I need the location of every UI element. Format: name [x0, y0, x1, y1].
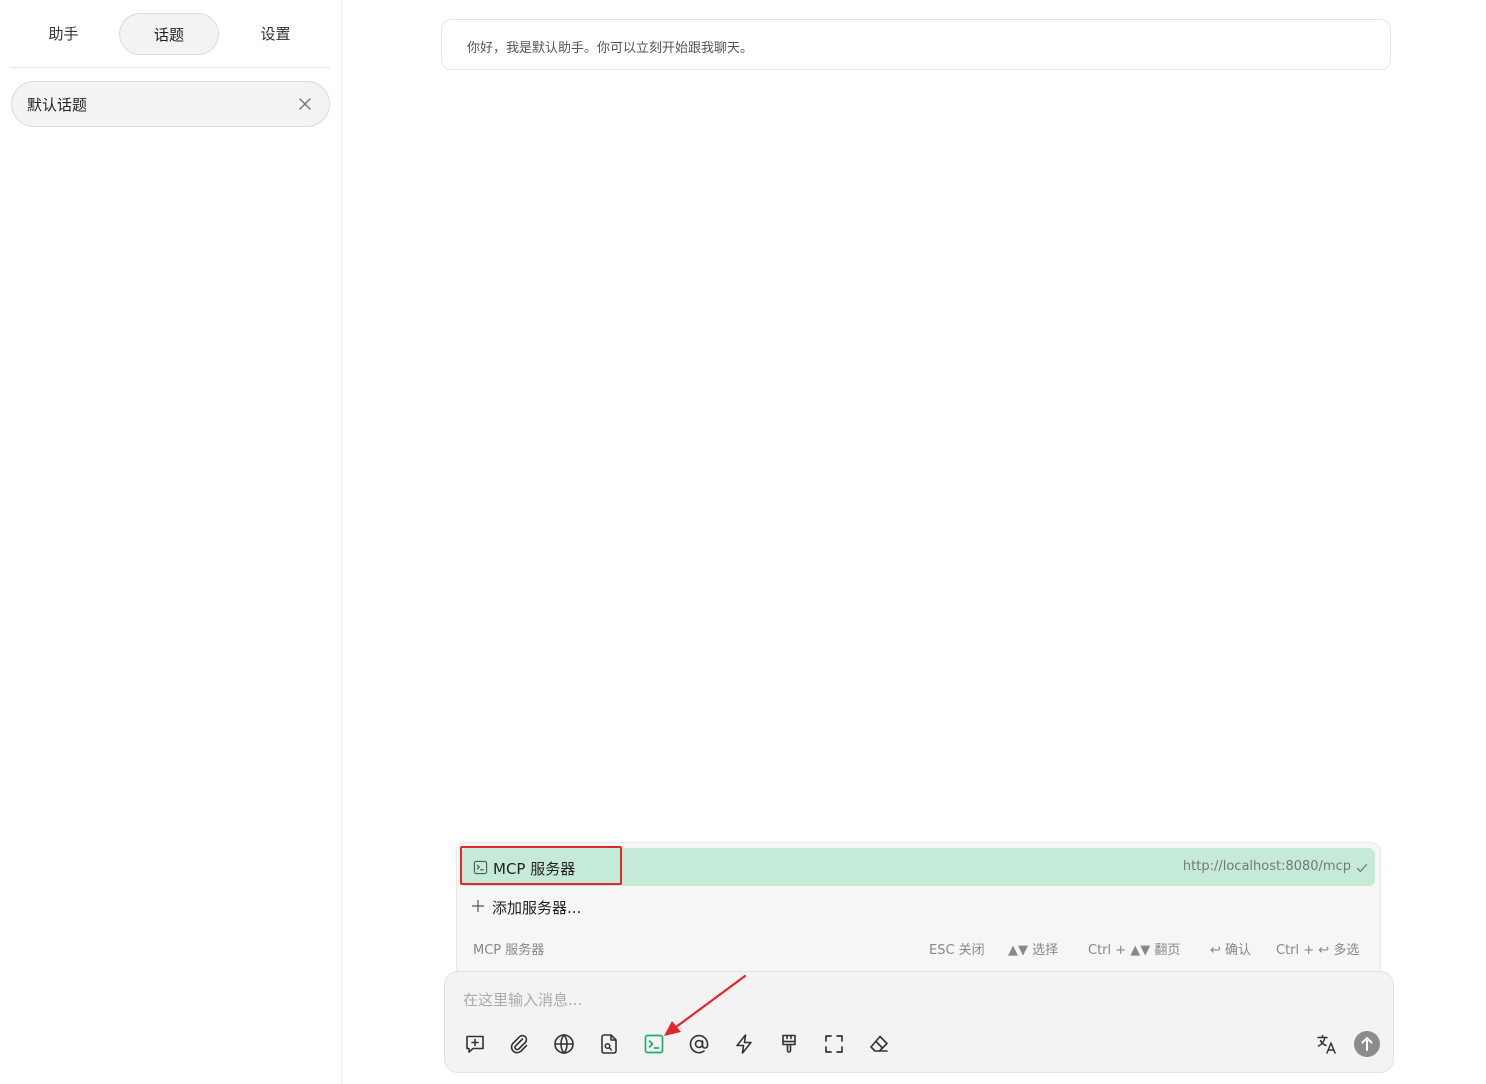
assistant-greeting-message: 你好，我是默认助手。你可以立刻开始跟我聊天。 [441, 19, 1391, 70]
tab-assistant[interactable]: 助手 [10, 13, 117, 55]
mcp-server-item[interactable]: MCP 服务器 http://localhost:8080/mcp [461, 848, 1375, 886]
eraser-icon[interactable] [867, 1032, 891, 1056]
hint-page: Ctrl + ▲▼ 翻页 [1088, 943, 1181, 958]
hint-confirm: ↩ 确认 [1210, 943, 1252, 958]
sidebar: 助手 话题 设置 默认话题 [0, 0, 342, 1084]
lightning-icon[interactable] [732, 1032, 756, 1056]
file-search-icon[interactable] [597, 1032, 621, 1056]
terminal-icon[interactable] [642, 1032, 666, 1056]
brush-icon[interactable] [777, 1032, 801, 1056]
expand-icon[interactable] [822, 1032, 846, 1056]
hint-multi-select: Ctrl + ↩ 多选 [1276, 943, 1360, 958]
mcp-server-url: http://localhost:8080/mcp [1182, 859, 1351, 874]
mcp-popup-title: MCP 服务器 [473, 943, 545, 958]
greeting-text: 你好，我是默认助手。你可以立刻开始跟我聊天。 [467, 41, 754, 56]
add-server-label: 添加服务器... [492, 899, 582, 917]
mcp-server-label: MCP 服务器 [493, 860, 576, 878]
mcp-server-popup: MCP 服务器 http://localhost:8080/mcp 添加服务器.… [456, 842, 1381, 982]
message-input[interactable] [463, 986, 1363, 1014]
close-icon[interactable] [295, 94, 315, 114]
tab-topics[interactable]: 话题 [119, 13, 219, 55]
plus-icon [471, 898, 485, 913]
topic-item-default[interactable]: 默认话题 [11, 81, 330, 127]
at-icon[interactable] [687, 1032, 711, 1056]
check-icon [1355, 860, 1369, 874]
message-composer [444, 971, 1394, 1073]
hint-esc-close: ESC 关闭 [929, 943, 985, 958]
topic-label: 默认话题 [27, 96, 88, 114]
sidebar-tabs: 助手 话题 设置 [10, 12, 330, 56]
translate-icon[interactable] [1315, 1032, 1339, 1056]
hint-select: ▲▼ 选择 [1008, 943, 1059, 958]
app-window: 助手 话题 设置 默认话题 你好，我是默认助手。你可以立刻开始跟我聊天。 MCP… [0, 0, 1486, 1084]
mcp-popup-footer: MCP 服务器 ESC 关闭 ▲▼ 选择 Ctrl + ▲▼ 翻页 ↩ 确认 C… [473, 939, 1366, 959]
sidebar-divider [10, 67, 330, 68]
new-topic-icon[interactable] [463, 1032, 487, 1056]
tab-settings[interactable]: 设置 [222, 13, 329, 55]
attachment-icon[interactable] [507, 1032, 531, 1056]
send-button[interactable] [1354, 1031, 1380, 1057]
globe-icon[interactable] [552, 1032, 576, 1056]
terminal-icon [473, 860, 488, 875]
